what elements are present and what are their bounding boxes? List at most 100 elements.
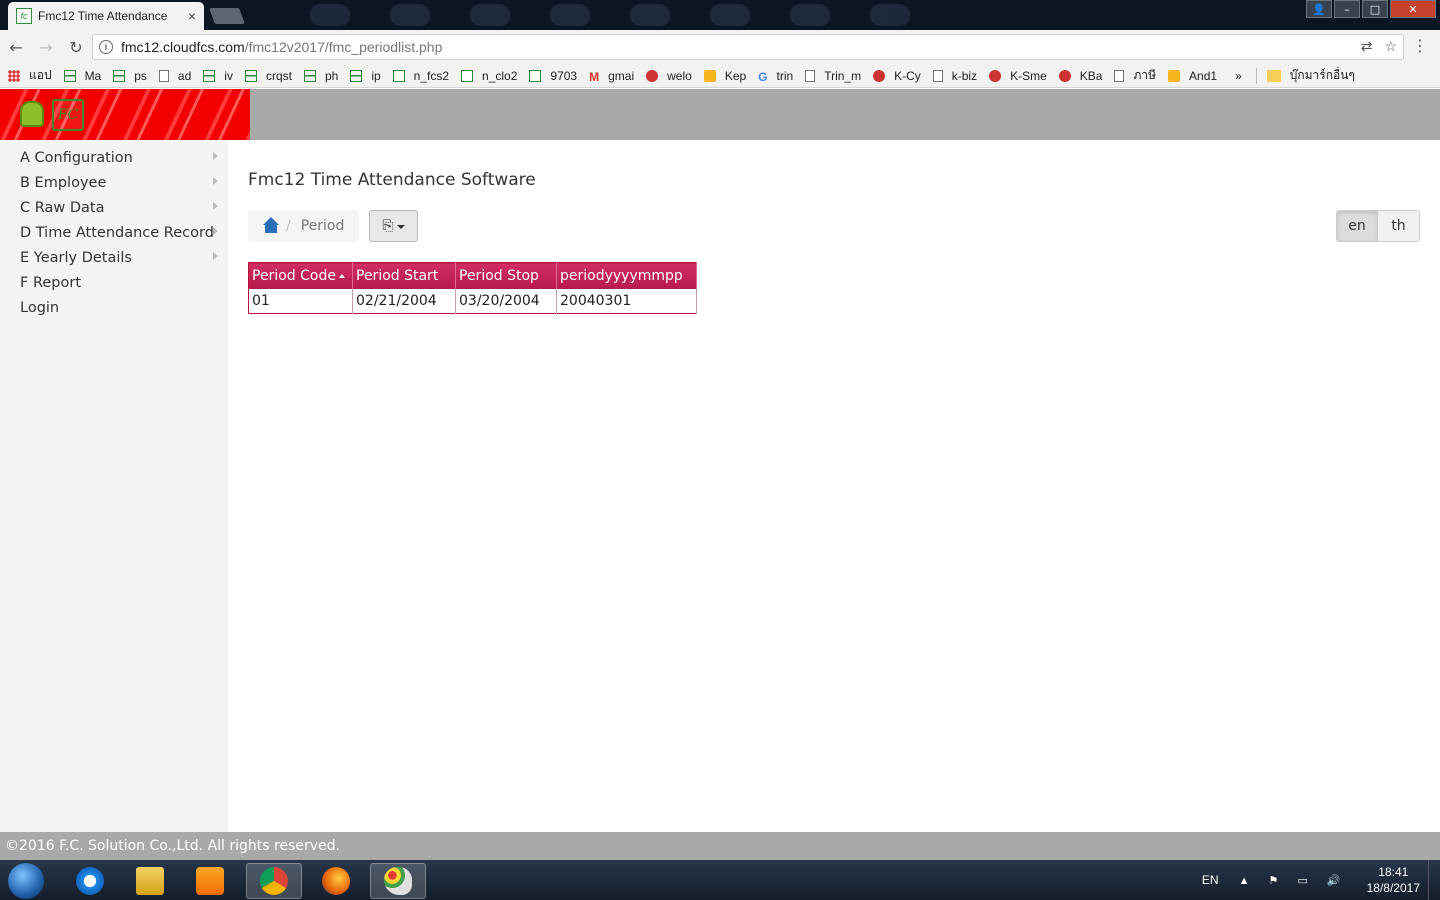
bookmark-item[interactable]: Gtrin <box>758 69 793 84</box>
sidebar-item-label: F Report <box>20 275 82 291</box>
bookmark-label: ip <box>371 68 381 83</box>
browser-toolbar: ← → ↻ i fmc12.cloudfcs.com/fmc12v2017/fm… <box>0 30 1440 64</box>
google-icon: G <box>758 69 768 84</box>
address-bar[interactable]: i fmc12.cloudfcs.com/fmc12v2017/fmc_peri… <box>92 34 1404 60</box>
tab-close-icon[interactable]: × <box>188 8 196 24</box>
bookmark-item[interactable]: Kep <box>703 68 747 83</box>
language-switch: en th <box>1336 210 1420 242</box>
sidebar-item-label: E Yearly Details <box>20 250 132 266</box>
other-bookmarks-folder[interactable]: บุ๊กมาร์กอื่นๆ <box>1266 66 1355 85</box>
site-info-icon[interactable]: i <box>99 40 113 54</box>
bookmark-item[interactable]: k-biz <box>932 69 977 83</box>
media-player-icon[interactable] <box>182 863 238 899</box>
period-table: Period Code Period Start Period Stop period… <box>248 262 697 314</box>
maximize-button[interactable]: □ <box>1362 0 1388 18</box>
fc-logo-icon: FC <box>52 99 84 131</box>
show-desktop-button[interactable] <box>1428 860 1440 900</box>
sidebar-item[interactable]: B Employee <box>0 173 228 198</box>
minimize-button[interactable]: – <box>1334 0 1360 18</box>
input-language-indicator[interactable]: EN <box>1202 873 1219 887</box>
bookmark-item[interactable]: ภาษี <box>1114 66 1156 85</box>
start-button[interactable] <box>8 863 44 899</box>
browser-menu-icon[interactable]: ⋮ <box>1412 38 1428 54</box>
bookmark-item[interactable]: 9703 <box>529 69 577 83</box>
bookmark-label: And1 <box>1189 68 1218 83</box>
close-window-button[interactable]: ✕ <box>1390 0 1436 18</box>
profile-icon[interactable]: 👤 <box>1306 0 1332 18</box>
bookmark-item[interactable]: And1 <box>1168 69 1217 83</box>
bookmark-item[interactable]: n_fcs2 <box>392 68 450 83</box>
bookmark-item[interactable]: ad <box>158 69 191 83</box>
doc-icon <box>805 69 816 82</box>
bookmark-label: crqst <box>265 68 292 83</box>
breadcrumb-separator: / <box>286 218 291 234</box>
bookmark-item[interactable]: crqst <box>244 68 292 83</box>
chrome-icon[interactable] <box>246 863 302 899</box>
footer-copyright: ©2016 F.C. Solution Co.,Ltd. All rights … <box>0 832 1440 860</box>
clock[interactable]: 18:41 18/8/2017 <box>1367 864 1420 896</box>
bookmark-star-icon[interactable]: ☆ <box>1384 38 1397 55</box>
translate-icon[interactable]: ⇄ <box>1361 38 1373 55</box>
bookmark-item[interactable]: แอป <box>8 66 52 85</box>
sheet-icon <box>303 69 316 82</box>
bookmark-item[interactable]: K-Sme <box>989 69 1047 83</box>
column-header[interactable]: Period Stop <box>455 262 557 289</box>
url-host: fmc12.cloudfcs.com <box>121 39 245 55</box>
lang-th-button[interactable]: th <box>1378 210 1420 242</box>
bookmarks-overflow-button[interactable]: » <box>1235 69 1242 83</box>
sidebar-menu: A Configuration B Employee C Raw Data D Tim… <box>0 140 228 832</box>
bookmark-item[interactable]: iv <box>203 69 233 83</box>
bookmark-item[interactable]: K-Cy <box>873 69 921 83</box>
file-explorer-icon[interactable] <box>122 863 178 899</box>
home-icon[interactable] <box>262 217 280 235</box>
sidebar-item[interactable]: C Raw Data <box>0 198 228 223</box>
browser-titlebar: fc Fmc12 Time Attendance × 👤 – □ ✕ <box>0 0 1440 30</box>
back-button[interactable]: ← <box>2 38 30 57</box>
table-cell: 20040301 <box>556 288 697 314</box>
column-header-label: Period Code <box>252 267 336 284</box>
tray-icons[interactable]: ▲ ⚑ ▭ 🔊 <box>1239 874 1349 887</box>
sidebar-item[interactable]: E Yearly Details <box>0 248 228 273</box>
column-header[interactable]: Period Code <box>248 262 353 289</box>
sheet-icon <box>113 69 126 82</box>
sort-ascending-icon <box>338 273 345 278</box>
clock-date: 18/8/2017 <box>1366 881 1420 895</box>
bookmark-item[interactable]: Mgmai <box>589 69 634 84</box>
bookmark-label: แอป <box>29 68 52 82</box>
bookmark-item[interactable]: KBa <box>1058 69 1102 83</box>
breadcrumb-current: Period <box>300 218 345 234</box>
column-header[interactable]: Period Start <box>352 262 456 289</box>
sidebar-item[interactable]: F Report <box>0 273 228 298</box>
forward-button[interactable]: → <box>32 38 60 57</box>
bookmark-item[interactable]: Ma <box>63 69 101 83</box>
window-controls: 👤 – □ ✕ <box>1306 0 1436 18</box>
folder-icon <box>1266 69 1281 82</box>
lang-en-button[interactable]: en <box>1336 210 1378 242</box>
firefox-icon[interactable] <box>308 863 364 899</box>
bookmark-item[interactable]: n_clo2 <box>461 69 517 83</box>
new-tab-button[interactable] <box>209 8 245 24</box>
column-header[interactable]: periodyyyymmpp <box>556 262 697 289</box>
export-dropdown-button[interactable]: ⎘ <box>369 210 418 242</box>
reload-button[interactable]: ↻ <box>62 38 90 57</box>
bookmark-item[interactable]: ps <box>113 69 147 83</box>
bookmark-item[interactable]: welo <box>646 69 692 83</box>
fc-favicon-icon: fc <box>16 8 32 24</box>
browser-tab[interactable]: fc Fmc12 Time Attendance × <box>8 2 204 30</box>
internet-explorer-icon[interactable] <box>62 863 118 899</box>
brand-banner[interactable]: FC <box>0 89 250 140</box>
paint-icon[interactable] <box>370 863 426 899</box>
sidebar-item[interactable]: D Time Attendance Record <box>0 223 228 248</box>
bookmark-item[interactable]: Trin_m <box>805 69 861 83</box>
bookmark-label: Kep <box>724 68 747 83</box>
bookmark-item[interactable]: ph <box>303 69 338 83</box>
bookmark-item[interactable]: ip <box>350 68 381 83</box>
sidebar-item[interactable]: A Configuration <box>0 148 228 173</box>
sidebar-item-label: D Time Attendance Record <box>20 225 214 241</box>
chevron-right-icon <box>213 202 218 210</box>
sidebar-item-label: B Employee <box>20 175 107 191</box>
table-row[interactable]: 01 02/21/2004 03/20/2004 20040301 <box>248 288 697 314</box>
bookmark-label: n_fcs2 <box>413 68 450 83</box>
sidebar-item[interactable]: Login <box>0 298 228 323</box>
keep-icon <box>703 69 716 82</box>
